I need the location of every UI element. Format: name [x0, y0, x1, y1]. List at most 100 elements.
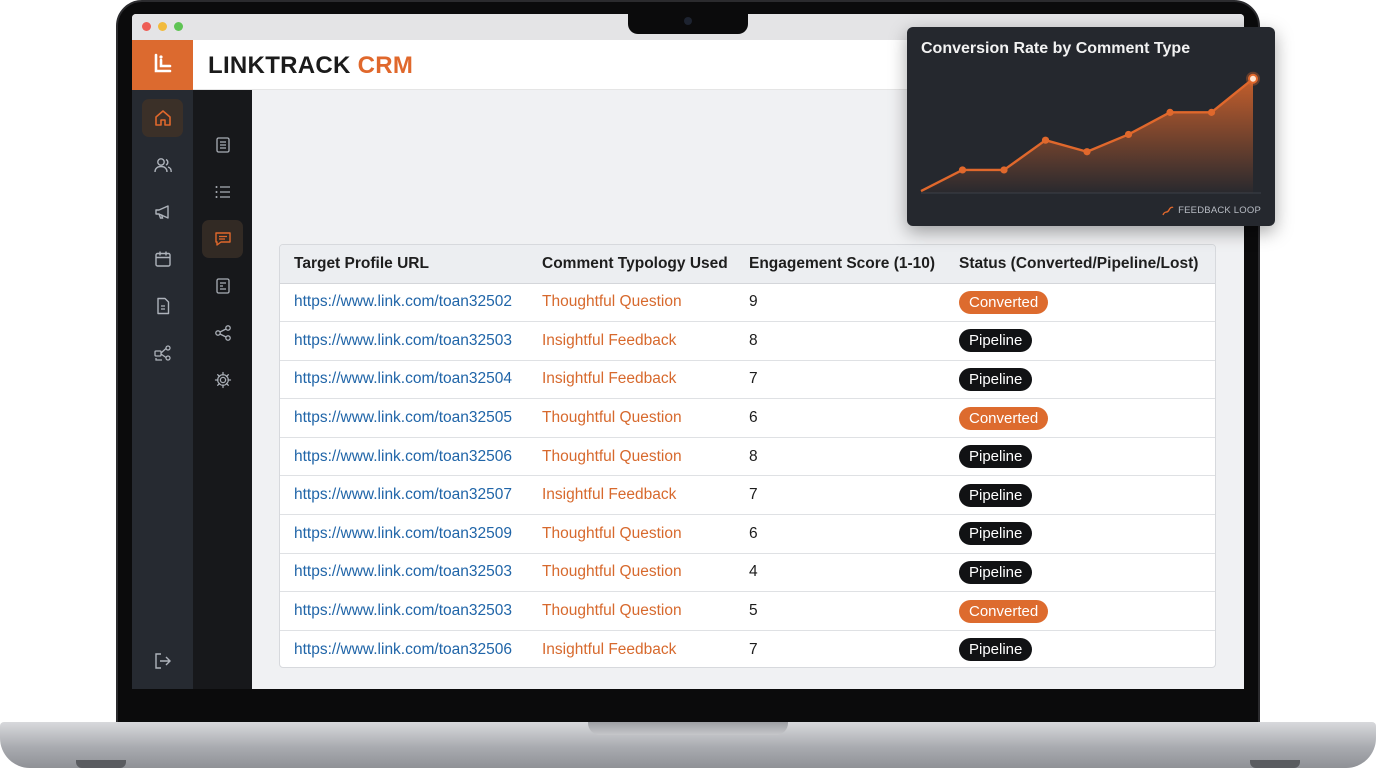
status-cell: Pipeline — [959, 630, 1215, 667]
subnav-share[interactable] — [202, 314, 243, 352]
nav-documents[interactable] — [142, 287, 183, 325]
column-header-status[interactable]: Status (Converted/Pipeline/Lost) — [959, 245, 1215, 284]
window-maximize-button[interactable] — [174, 22, 183, 31]
profile-url-cell: https://www.link.com/toan32503 — [280, 553, 542, 593]
table-row[interactable]: https://www.link.com/toan32503 Thoughtful… — [280, 591, 1215, 631]
subnav-comments[interactable] — [202, 220, 243, 258]
profile-url-link[interactable]: https://www.link.com/toan32503 — [294, 602, 512, 619]
engagement-score: 4 — [749, 563, 758, 581]
typology-cell: Insightful Feedback — [542, 321, 749, 361]
status-badge[interactable]: Pipeline — [959, 367, 1033, 391]
list-icon — [215, 186, 230, 198]
profile-url-cell: https://www.link.com/toan32509 — [280, 514, 542, 554]
home-icon — [154, 110, 171, 126]
status-badge[interactable]: Pipeline — [959, 445, 1033, 469]
table-row[interactable]: https://www.link.com/toan32507 Insightful… — [280, 475, 1215, 516]
leads-table: Target Profile URL Comment Typology Used… — [279, 244, 1216, 668]
profile-url-link[interactable]: https://www.link.com/toan32503 — [294, 563, 512, 580]
status-cell: Pipeline — [959, 321, 1215, 361]
nav-logout[interactable] — [142, 642, 183, 680]
app-logo[interactable] — [132, 40, 193, 90]
table-row[interactable]: https://www.link.com/toan32509 Thoughtful… — [280, 514, 1215, 554]
app-title-accent: CRM — [357, 52, 414, 79]
typology-cell: Insightful Feedback — [542, 630, 749, 667]
status-badge[interactable]: Pipeline — [959, 638, 1033, 662]
app-title: LINKTRACK CRM — [208, 52, 413, 80]
column-header-score[interactable]: Engagement Score (1-10) — [749, 245, 959, 284]
chart-footer-label: FEEDBACK LOOP — [1178, 205, 1261, 216]
engagement-score: 7 — [749, 640, 758, 658]
nav-calendar[interactable] — [142, 240, 183, 278]
profile-url-link[interactable]: https://www.link.com/toan32507 — [294, 486, 512, 503]
network-icon — [153, 345, 171, 361]
subnav-list[interactable] — [202, 173, 243, 211]
profile-url-link[interactable]: https://www.link.com/toan32509 — [294, 525, 512, 542]
status-badge[interactable]: Pipeline — [959, 522, 1033, 546]
table-row[interactable]: https://www.link.com/toan32503 Insightful… — [280, 321, 1215, 361]
table-row[interactable]: https://www.link.com/toan32506 Thoughtful… — [280, 437, 1215, 477]
nav-contacts[interactable] — [142, 146, 183, 184]
status-badge[interactable]: Pipeline — [959, 560, 1033, 584]
status-badge[interactable]: Pipeline — [959, 483, 1033, 507]
status-badge[interactable]: Converted — [959, 290, 1049, 314]
profile-url-link[interactable]: https://www.link.com/toan32503 — [294, 332, 512, 349]
table-header-row: Target Profile URL Comment Typology Used… — [280, 245, 1215, 284]
chart-data-point[interactable] — [1207, 108, 1216, 116]
table-row[interactable]: https://www.link.com/toan32504 Insightful… — [280, 360, 1215, 400]
subnav-notes[interactable] — [202, 126, 243, 164]
typology-cell: Insightful Feedback — [542, 475, 749, 516]
table-row[interactable]: https://www.link.com/toan32502 Thoughtful… — [280, 283, 1215, 323]
score-cell: 6 — [749, 398, 959, 438]
logout-icon — [154, 653, 171, 669]
profile-url-link[interactable]: https://www.link.com/toan32506 — [294, 641, 512, 658]
typology-text: Thoughtful Question — [542, 447, 682, 465]
typology-cell: Thoughtful Question — [542, 398, 749, 438]
chart-data-point[interactable] — [1083, 148, 1091, 156]
table-row[interactable]: https://www.link.com/toan32503 Thoughtful… — [280, 553, 1215, 593]
chart-data-point[interactable] — [1248, 73, 1258, 84]
calendar-icon — [154, 251, 171, 267]
status-badge[interactable]: Converted — [959, 599, 1049, 623]
engagement-score: 7 — [749, 486, 758, 504]
typology-text: Thoughtful Question — [542, 409, 682, 427]
laptop-foot-left — [76, 760, 126, 768]
engagement-score: 9 — [749, 293, 758, 311]
profile-url-cell: https://www.link.com/toan32504 — [280, 360, 542, 400]
status-badge[interactable]: Converted — [959, 406, 1049, 430]
window-close-button[interactable] — [142, 22, 151, 31]
secondary-sidebar — [193, 90, 252, 689]
chart-data-point[interactable] — [958, 166, 967, 174]
column-header-typology[interactable]: Comment Typology Used — [542, 245, 749, 284]
profile-url-link[interactable]: https://www.link.com/toan32505 — [294, 409, 512, 426]
profile-url-cell: https://www.link.com/toan32507 — [280, 475, 542, 516]
subnav-reports[interactable] — [202, 267, 243, 305]
nav-network[interactable] — [142, 334, 183, 372]
chart-data-point[interactable] — [1041, 136, 1050, 144]
settings-icon — [214, 371, 231, 389]
chart-data-point[interactable] — [1124, 130, 1133, 139]
profile-url-link[interactable]: https://www.link.com/toan32502 — [294, 293, 512, 310]
primary-sidebar — [132, 90, 193, 689]
table-row[interactable]: https://www.link.com/toan32506 Insightful… — [280, 630, 1215, 667]
subnav-settings[interactable] — [202, 361, 243, 399]
app-title-main: LINKTRACK — [208, 52, 358, 79]
chart-title: Conversion Rate by Comment Type — [921, 40, 1191, 57]
table-row[interactable]: https://www.link.com/toan32505 Thoughtful… — [280, 398, 1215, 438]
trend-icon — [1162, 205, 1174, 215]
score-cell: 8 — [749, 321, 959, 361]
typology-text: Thoughtful Question — [542, 524, 682, 542]
nav-home[interactable] — [142, 99, 183, 137]
engagement-score: 8 — [749, 447, 758, 465]
chart-data-point[interactable] — [1000, 166, 1008, 174]
column-header-url[interactable]: Target Profile URL — [280, 245, 542, 284]
profile-url-cell: https://www.link.com/toan32503 — [280, 591, 542, 631]
status-badge[interactable]: Pipeline — [959, 329, 1033, 353]
profile-url-link[interactable]: https://www.link.com/toan32506 — [294, 448, 512, 465]
notes-icon — [215, 137, 230, 153]
profile-url-link[interactable]: https://www.link.com/toan32504 — [294, 370, 512, 387]
window-minimize-button[interactable] — [158, 22, 167, 31]
status-cell: Converted — [959, 398, 1215, 438]
nav-campaigns[interactable] — [142, 193, 183, 231]
chart-data-point[interactable] — [1166, 108, 1174, 116]
status-cell: Converted — [959, 591, 1215, 631]
